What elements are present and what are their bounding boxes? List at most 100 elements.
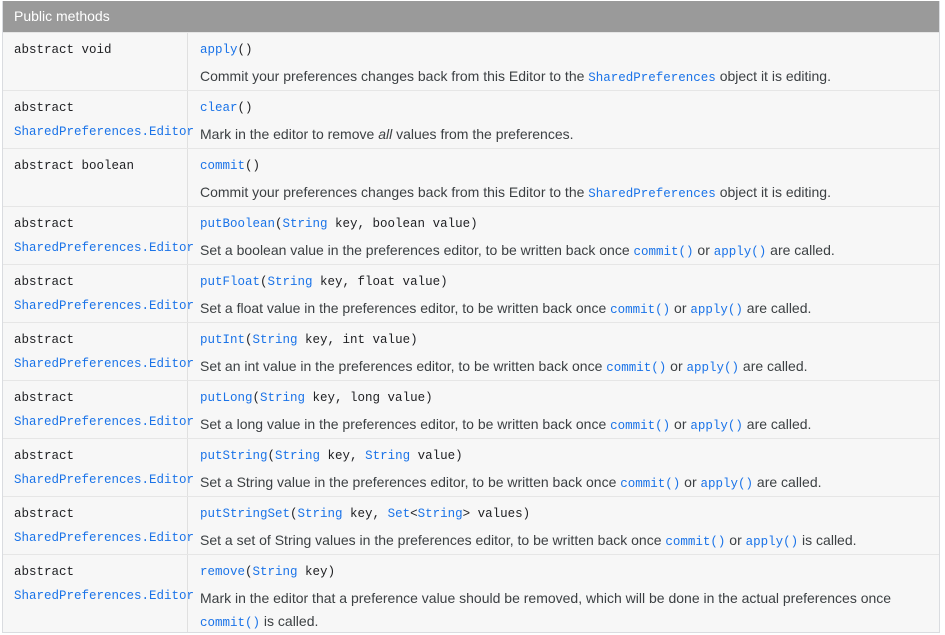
method-row-putlong: abstract SharedPreferences.Editor putLon… xyxy=(3,380,939,438)
method-signature-type: abstract SharedPreferences.Editor xyxy=(3,265,194,322)
method-link-apply[interactable]: apply xyxy=(200,43,238,57)
method-link-commit[interactable]: commit xyxy=(200,159,245,173)
public-methods-table: Public methods abstract void apply() Com… xyxy=(2,1,940,633)
param-type-link[interactable]: String xyxy=(365,449,410,463)
method-signature-type: abstract SharedPreferences.Editor xyxy=(3,381,194,438)
commit-link[interactable]: commit() xyxy=(610,303,670,317)
desc-text: are called. xyxy=(766,242,835,258)
paren-open: ( xyxy=(245,565,253,579)
shared-preferences-link[interactable]: SharedPreferences xyxy=(588,187,716,201)
paren-close: ) xyxy=(470,217,478,231)
apply-link[interactable]: apply() xyxy=(687,361,740,375)
param-type-link[interactable]: String xyxy=(253,333,298,347)
method-description: Mark in the editor that a preference val… xyxy=(200,587,939,635)
method-summary: clear() Mark in the editor to remove all… xyxy=(188,91,939,148)
param-names: key, float value xyxy=(312,275,441,289)
apply-link[interactable]: apply() xyxy=(690,419,743,433)
modifier: abstract xyxy=(14,507,75,521)
params: () xyxy=(245,159,261,173)
desc-text: values from the preferences. xyxy=(392,126,574,142)
method-signature-type: abstract boolean xyxy=(3,149,188,206)
desc-text: Set a long value in the preferences edit… xyxy=(200,416,611,432)
return-type-link[interactable]: SharedPreferences.Editor xyxy=(14,473,194,487)
paren-close: ) xyxy=(522,507,531,521)
method-link-putfloat[interactable]: putFloat xyxy=(200,275,260,289)
modifier: abstract xyxy=(14,101,75,115)
params: () xyxy=(237,101,253,115)
param-type-link[interactable]: String xyxy=(268,275,313,289)
return-type-link[interactable]: SharedPreferences.Editor xyxy=(14,299,194,313)
paren-close: ) xyxy=(425,391,433,405)
method-link-putstringset[interactable]: putStringSet xyxy=(200,507,290,521)
method-link-putstring[interactable]: putString xyxy=(200,449,268,463)
param-type-link[interactable]: String xyxy=(260,391,305,405)
return-type-link[interactable]: SharedPreferences.Editor xyxy=(14,415,194,429)
method-row-putfloat: abstract SharedPreferences.Editor putFlo… xyxy=(3,264,939,322)
method-signature-type: abstract SharedPreferences.Editor xyxy=(3,323,194,380)
param-type-link[interactable]: Set xyxy=(388,507,411,521)
method-row-commit: abstract boolean commit() Commit your pr… xyxy=(3,148,939,206)
method-row-putstringset: abstract SharedPreferences.Editor putStr… xyxy=(3,496,939,554)
param-type-link[interactable]: String xyxy=(283,217,328,231)
param-names: values xyxy=(470,507,523,521)
method-summary: putBoolean(String key, boolean value) Se… xyxy=(188,207,939,264)
param-type-link[interactable]: String xyxy=(298,507,343,521)
commit-link[interactable]: commit() xyxy=(200,616,260,630)
paren-close: ) xyxy=(440,275,448,289)
commit-link[interactable]: commit() xyxy=(610,419,670,433)
commit-link[interactable]: commit() xyxy=(665,535,725,549)
generic-close: > xyxy=(462,507,471,521)
desc-text: Set an int value in the preferences edit… xyxy=(200,358,607,374)
shared-preferences-link[interactable]: SharedPreferences xyxy=(588,71,716,85)
paren-open: ( xyxy=(267,449,276,463)
paren-open: ( xyxy=(252,391,261,405)
param-names: key, int value xyxy=(297,333,411,347)
method-link-putint[interactable]: putInt xyxy=(200,333,245,347)
method-description: Set a long value in the preferences edit… xyxy=(200,413,939,438)
return-type-link[interactable]: SharedPreferences.Editor xyxy=(14,531,194,545)
method-description: Commit your preferences changes back fro… xyxy=(200,65,939,90)
modifier: abstract void xyxy=(14,43,112,57)
method-row-remove: abstract SharedPreferences.Editor remove… xyxy=(3,554,939,632)
param-type-link[interactable]: String xyxy=(418,507,463,521)
paren-open: ( xyxy=(260,275,268,289)
desc-text: or xyxy=(670,300,691,316)
method-signature-type: abstract SharedPreferences.Editor xyxy=(3,207,194,264)
method-signature: remove(String key) xyxy=(200,565,939,579)
return-type-link[interactable]: SharedPreferences.Editor xyxy=(14,589,194,603)
method-summary: putInt(String key, int value) Set an int… xyxy=(188,323,939,380)
method-link-clear[interactable]: clear xyxy=(200,101,238,115)
method-row-apply: abstract void apply() Commit your prefer… xyxy=(3,32,939,90)
modifier: abstract xyxy=(14,449,75,463)
desc-text: or xyxy=(680,474,701,490)
desc-text: Set a float value in the preferences edi… xyxy=(200,300,611,316)
method-summary: remove(String key) Mark in the editor th… xyxy=(188,555,939,632)
desc-text: is called. xyxy=(798,532,857,548)
return-type-link[interactable]: SharedPreferences.Editor xyxy=(14,357,194,371)
method-row-clear: abstract SharedPreferences.Editor clear(… xyxy=(3,90,939,148)
apply-link[interactable]: apply() xyxy=(714,245,767,259)
method-description: Commit your preferences changes back fro… xyxy=(200,181,939,206)
method-link-remove[interactable]: remove xyxy=(200,565,245,579)
modifier: abstract boolean xyxy=(14,159,135,173)
return-type-link[interactable]: SharedPreferences.Editor xyxy=(14,125,194,139)
method-summary: putLong(String key, long value) Set a lo… xyxy=(188,381,939,438)
return-type-link[interactable]: SharedPreferences.Editor xyxy=(14,241,194,255)
apply-link[interactable]: apply() xyxy=(746,535,799,549)
desc-text: is called. xyxy=(260,613,319,629)
method-row-putboolean: abstract SharedPreferences.Editor putBoo… xyxy=(3,206,939,264)
commit-link[interactable]: commit() xyxy=(606,361,666,375)
method-link-putboolean[interactable]: putBoolean xyxy=(200,217,275,231)
desc-text: or xyxy=(666,358,687,374)
param-type-link[interactable]: String xyxy=(275,449,320,463)
param-names: key, xyxy=(342,507,388,521)
method-signature-type: abstract SharedPreferences.Editor xyxy=(3,91,194,148)
method-link-putlong[interactable]: putLong xyxy=(200,391,253,405)
commit-link[interactable]: commit() xyxy=(620,477,680,491)
param-type-link[interactable]: String xyxy=(253,565,298,579)
apply-link[interactable]: apply() xyxy=(701,477,754,491)
desc-text: or xyxy=(670,416,691,432)
commit-link[interactable]: commit() xyxy=(634,245,694,259)
method-signature: apply() xyxy=(200,43,939,57)
apply-link[interactable]: apply() xyxy=(690,303,743,317)
